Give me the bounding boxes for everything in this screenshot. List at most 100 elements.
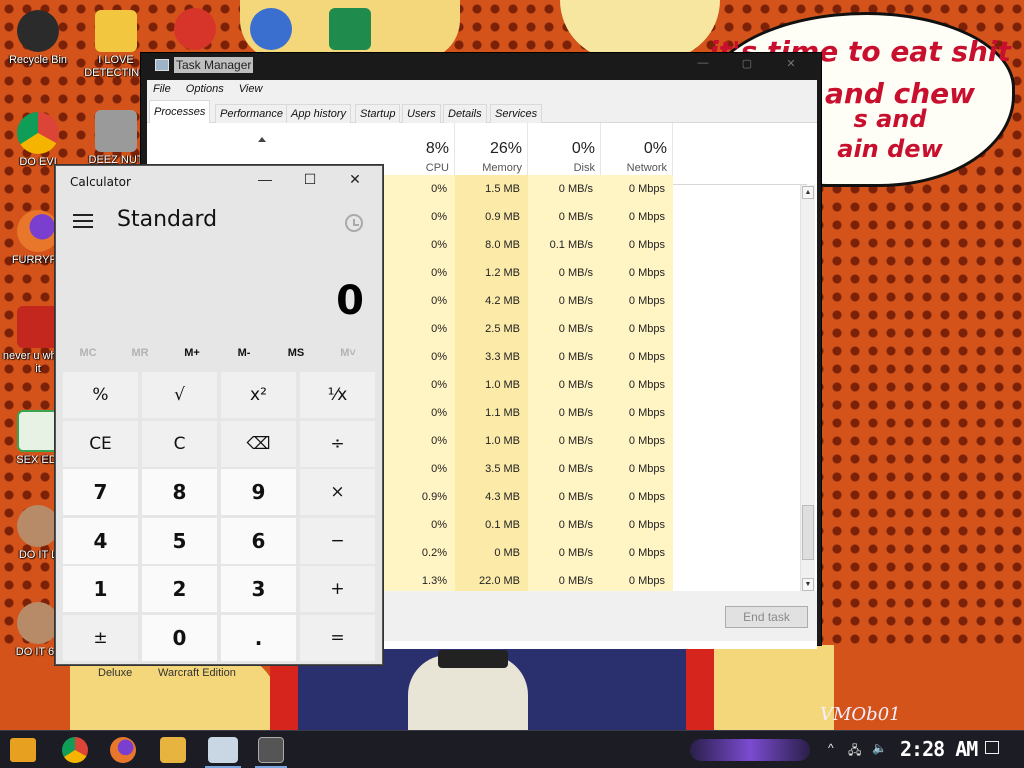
memory-button-ms[interactable]: MS <box>270 347 322 359</box>
network-icon[interactable]: 🖧 <box>848 741 861 762</box>
show-hidden-icons-chevron[interactable]: ^ <box>828 741 834 755</box>
calculator-taskbar-icon[interactable] <box>258 737 284 763</box>
square-key[interactable]: x² <box>221 372 296 418</box>
task-manager-taskbar-icon[interactable] <box>208 737 238 763</box>
task-manager-title: Task Manager <box>174 57 254 73</box>
menu-file[interactable]: File <box>147 80 177 95</box>
firefox-icon[interactable] <box>110 737 136 763</box>
memory-cell: 3.3 MB <box>455 343 528 371</box>
equals-key[interactable]: = <box>300 614 375 661</box>
desktop-icon-recycle-bin[interactable]: Recycle Bin <box>0 10 76 67</box>
notification-center-icon[interactable] <box>985 741 999 754</box>
tab-app-history[interactable]: App history <box>286 104 352 123</box>
divide-key[interactable]: ÷ <box>300 420 375 467</box>
memory-button-m[interactable]: M+ <box>166 347 218 359</box>
chrome-icon[interactable] <box>62 737 88 763</box>
digit-7-key[interactable]: 7 <box>63 469 138 515</box>
digit-0-key[interactable]: 0 <box>142 614 217 661</box>
network-cell: 0 Mbps <box>601 287 673 315</box>
digit-5-key[interactable]: 5 <box>142 517 217 564</box>
calc-maximize-button[interactable]: ☐ <box>287 171 333 193</box>
sort-caret-icon[interactable] <box>258 137 266 142</box>
desktop-icon-publisher[interactable] <box>312 8 388 50</box>
p-logo-icon <box>250 8 292 50</box>
file-explorer-icon[interactable] <box>160 737 186 763</box>
tab-users[interactable]: Users <box>402 104 441 123</box>
tab-performance[interactable]: Performance <box>215 104 288 123</box>
menu-options[interactable]: Options <box>180 80 230 95</box>
memory-cell: 1.0 MB <box>455 427 528 455</box>
process-list-scrollbar[interactable]: ▲ ▼ <box>800 185 815 593</box>
scroll-up-icon[interactable]: ▲ <box>802 186 814 199</box>
tab-services[interactable]: Services <box>490 104 543 123</box>
network-cell: 0 Mbps <box>601 399 673 427</box>
add-key[interactable]: + <box>300 566 375 612</box>
clear-key[interactable]: C <box>142 420 217 467</box>
hamburger-menu-icon[interactable] <box>73 214 93 228</box>
cpu-cell: 0% <box>381 455 455 483</box>
tab-processes[interactable]: Processes <box>149 100 211 124</box>
digit-4-key[interactable]: 4 <box>63 517 138 564</box>
menu-view[interactable]: View <box>233 80 269 95</box>
calc-close-button[interactable]: ✕ <box>332 171 378 193</box>
memory-cell: 8.0 MB <box>455 231 528 259</box>
memory-column-label: Memory <box>482 162 522 174</box>
calc-minimize-button[interactable]: — <box>242 171 288 193</box>
reciprocal-key[interactable]: ¹⁄x <box>300 372 375 418</box>
recycle-bin-icon <box>17 10 59 52</box>
tab-details[interactable]: Details <box>443 104 487 123</box>
start-button[interactable] <box>10 738 36 762</box>
desktop-icon-app-3[interactable] <box>157 8 233 50</box>
task-manager-titlebar[interactable]: Task Manager — ▢ ✕ <box>141 53 821 79</box>
memory-button-m[interactable]: M- <box>218 347 270 359</box>
digit-8-key[interactable]: 8 <box>142 469 217 515</box>
clear-entry-key[interactable]: CE <box>63 420 138 467</box>
close-button[interactable]: ✕ <box>769 57 813 70</box>
subtract-key[interactable]: − <box>300 517 375 564</box>
disk-cell: 0 MB/s <box>528 539 601 567</box>
dev-cpp-icon <box>17 306 59 348</box>
square-root-key[interactable]: √ <box>142 372 217 418</box>
digit-1-key[interactable]: 1 <box>63 566 138 612</box>
tab-startup[interactable]: Startup <box>355 104 401 123</box>
memory-cell: 0.9 MB <box>455 203 528 231</box>
taskbar-decoration <box>690 739 810 761</box>
maximize-button[interactable]: ▢ <box>725 57 769 70</box>
digit-9-key[interactable]: 9 <box>221 469 296 515</box>
cpu-column-label: CPU <box>425 162 449 174</box>
desktop-icon-app-4[interactable] <box>233 8 309 50</box>
backspace-key[interactable]: ⌫ <box>221 420 296 467</box>
end-task-button[interactable]: End task <box>725 606 808 628</box>
minimize-button[interactable]: — <box>681 57 725 70</box>
digit-2-key[interactable]: 2 <box>142 566 217 612</box>
disk-cell: 0 MB/s <box>528 259 601 287</box>
cpu-total: 8% <box>425 140 449 157</box>
scroll-down-icon[interactable]: ▼ <box>802 578 814 591</box>
disk-cell: 0 MB/s <box>528 371 601 399</box>
disk-cell: 0 MB/s <box>528 427 601 455</box>
percent-key[interactable]: % <box>63 372 138 418</box>
multiply-key[interactable]: × <box>300 469 375 515</box>
disk-cell: 0 MB/s <box>528 175 601 203</box>
memory-cell: 3.5 MB <box>455 455 528 483</box>
digit-6-key[interactable]: 6 <box>221 517 296 564</box>
taskbar-clock[interactable]: 2:28 AM <box>900 737 978 761</box>
de-app-icon <box>95 10 137 52</box>
decimal-key[interactable]: . <box>221 614 296 661</box>
memory-cell: 1.2 MB <box>455 259 528 287</box>
portrait-icon <box>17 602 59 644</box>
cpu-cell: 0% <box>381 287 455 315</box>
network-cell: 0 Mbps <box>601 259 673 287</box>
disk-cell: 0 MB/s <box>528 343 601 371</box>
task-manager-tabs: Processes Performance App history Startu… <box>147 100 817 124</box>
network-cell: 0 Mbps <box>601 231 673 259</box>
digit-3-key[interactable]: 3 <box>221 566 296 612</box>
volume-icon[interactable]: 🔈 <box>872 741 887 755</box>
negate-key[interactable]: ± <box>63 614 138 661</box>
scrollbar-thumb[interactable] <box>802 505 814 560</box>
calculator-titlebar[interactable]: Calculator — ☐ ✕ <box>56 166 382 196</box>
desktop-icon-chrome[interactable]: DO EVI <box>0 112 76 169</box>
history-icon[interactable] <box>345 214 363 232</box>
network-cell: 0 Mbps <box>601 315 673 343</box>
taskbar: ^ 🖧 🔈 2:28 AM <box>0 730 1024 768</box>
